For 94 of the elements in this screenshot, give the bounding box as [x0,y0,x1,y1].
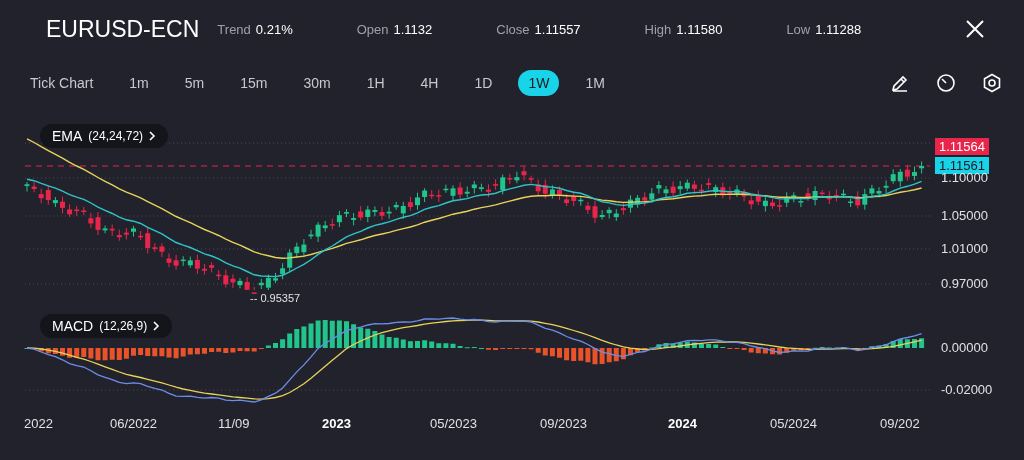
axis-label: 0.97000 [941,276,988,291]
bearish-candle [557,186,562,201]
timeframe-tab[interactable]: 1m [119,70,159,96]
bullish-candle [812,185,818,206]
bullish-candle [635,194,641,209]
bullish-candle [131,225,136,238]
bullish-candle [919,160,925,174]
bullish-candle [628,194,633,214]
bullish-candle [344,208,349,218]
stat-value: 0.21% [255,21,293,37]
bearish-candle [777,199,783,212]
bullish-candle [912,166,917,181]
bullish-candle [549,184,555,200]
bearish-candle [60,196,65,214]
bullish-candle [500,174,506,195]
timeframe-tab[interactable]: 1D [464,70,503,96]
bearish-candle [194,254,200,275]
bearish-candle [770,198,775,210]
timeframe-tab[interactable]: 30m [293,70,341,96]
price-tag: 1.11564 [935,138,990,155]
bullish-candle [336,210,342,228]
bearish-candle [358,205,364,221]
time-label: 05/2023 [430,416,477,431]
low-label: -- 0.95357 [250,292,301,304]
settings-icon[interactable] [982,73,1002,93]
bullish-candle [237,277,243,289]
bullish-candle [351,212,357,226]
bearish-candle [486,183,491,198]
bullish-candle [52,196,58,208]
time-label: 2023 [322,416,351,431]
bearish-candle [691,180,697,195]
stat-value: 1.11557 [534,21,581,37]
bullish-candle [841,189,846,199]
stat-label: Low [786,21,811,37]
bullish-candle [102,225,108,234]
time-label: 09/202 [880,416,920,431]
time-label: 2022 [24,416,53,431]
axis-label: -0.02000 [941,382,993,397]
timeframe-tab[interactable]: 4H [410,70,449,96]
timeframe-tab[interactable]: 1H [356,70,395,96]
bearish-candle [202,263,207,276]
bullish-candle [713,184,719,198]
price-tag: 1.11561 [935,157,990,174]
chevron-icon [153,321,161,331]
close-icon[interactable] [966,20,984,38]
indicator-button[interactable]: MACD (12,26,9) [40,314,173,338]
stat-value: 1.11288 [815,21,862,37]
bearish-candle [493,178,499,191]
timeframe-tab[interactable]: 1M [575,70,615,96]
bearish-candle [620,202,626,216]
bullish-candle [762,196,768,213]
time-label: 2024 [668,416,697,431]
timeframe-tab[interactable]: 5m [174,70,215,96]
bearish-candle [507,173,513,185]
timeframe-tab[interactable]: Tick Chart [20,70,104,96]
bullish-candle [273,272,278,284]
axis-label: 0.00000 [941,340,988,355]
bearish-candle [457,181,463,200]
indicator-button[interactable]: EMA (24,24,72) [40,124,169,148]
bearish-candle [706,177,712,190]
bearish-candle [805,187,811,202]
symbol-title: EURUSD-ECN [46,15,200,43]
bullish-candle [734,184,740,198]
bearish-candle [855,190,861,209]
bearish-candle [904,164,910,182]
axis-label: 1.05000 [941,208,988,223]
bearish-candle [670,180,676,198]
bullish-candle [514,171,520,184]
timeframe-tab[interactable]: 15m [230,70,278,96]
stat-label: Close [496,21,530,37]
bearish-candle [329,218,335,230]
stat-value: 1.11580 [676,21,723,37]
stat-label: Open [356,21,389,37]
bearish-candle [699,183,704,196]
pencil-icon[interactable] [890,73,910,93]
timeframe-tab[interactable]: 1W [518,70,560,96]
axis-label: 1.01000 [941,241,988,256]
chevron-icon [149,131,157,141]
stat-value: 1.1132 [393,21,433,37]
time-label: 05/2024 [770,416,817,431]
time-label: 06/2022 [110,416,157,431]
time-label: 11/09 [218,416,250,431]
stat-label: Trend [217,21,251,37]
bearish-candle [642,191,648,207]
bearish-candle [379,206,385,221]
bearish-candle [407,196,413,212]
bullish-candle [422,187,428,203]
bullish-candle [24,181,30,193]
bullish-candle [415,192,420,211]
bullish-candle [578,195,584,207]
time-label: 09/2023 [540,416,587,431]
bullish-candle [848,197,854,208]
stat-label: High [644,21,672,37]
timer-icon[interactable] [936,73,956,93]
